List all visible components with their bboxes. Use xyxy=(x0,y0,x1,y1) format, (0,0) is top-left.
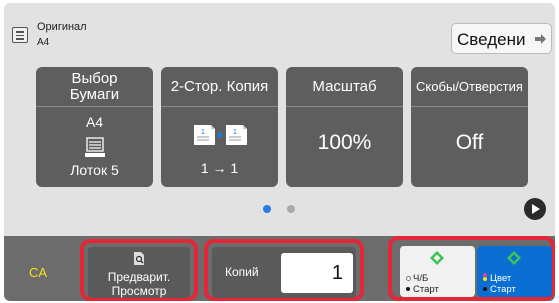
copy-screen: Оригинал A4 Сведени Выбор Бумаги A4 Лоток… xyxy=(4,3,555,301)
staple-punch-tile[interactable]: Скобы/Отверстия Off xyxy=(411,67,528,187)
color-start-label-line1: Цвет xyxy=(483,273,516,284)
copies-input[interactable]: 1 xyxy=(281,253,353,293)
svg-text:1: 1 xyxy=(201,129,205,136)
preview-button[interactable]: Предварит. Просмотр xyxy=(88,247,190,298)
details-button[interactable]: Сведени xyxy=(451,23,552,54)
tile-divider xyxy=(286,106,403,107)
original-document-icon[interactable] xyxy=(12,27,28,43)
duplex-icon: 1 1 xyxy=(194,125,247,145)
zoom-tile[interactable]: Масштаб 100% xyxy=(286,67,403,187)
duplex-copy-label: 2-Стор. Копия xyxy=(170,77,269,95)
paper-tray-value: Лоток 5 xyxy=(70,162,119,178)
color-start-label-line2: Старт xyxy=(483,284,516,295)
bw-start-button[interactable]: Ч/Б Старт xyxy=(400,246,475,297)
paper-select-tile[interactable]: Выбор Бумаги A4 Лоток 5 xyxy=(36,67,153,187)
preview-label-line2: Просмотр xyxy=(111,284,167,298)
paper-select-label: Выбор Бумаги xyxy=(69,69,120,103)
color-start-button[interactable]: Цвет Старт xyxy=(477,246,552,297)
start-diamond-icon xyxy=(430,251,444,265)
copies-control: Копий 1 xyxy=(212,247,356,298)
play-right-icon xyxy=(532,204,540,214)
staple-punch-label: Скобы/Отверстия xyxy=(416,78,523,94)
preview-label-line1: Предварит. xyxy=(107,270,171,284)
tile-divider xyxy=(161,106,278,107)
copies-label: Копий xyxy=(225,265,259,279)
next-page-button[interactable] xyxy=(524,198,546,220)
duplex-copy-tile[interactable]: 2-Стор. Копия 1 1 1 → 1 xyxy=(161,67,278,187)
bw-start-label-line1: Ч/Б xyxy=(406,273,439,284)
preview-magnifier-icon xyxy=(134,252,144,265)
details-button-label: Сведени xyxy=(457,30,526,49)
original-title: Оригинал xyxy=(37,21,87,33)
original-size: A4 xyxy=(37,37,50,48)
start-diamond-icon xyxy=(507,251,521,265)
clear-all-button[interactable]: CA xyxy=(17,250,59,294)
zoom-value: 100% xyxy=(317,131,372,154)
staple-punch-value: Off xyxy=(455,131,484,154)
page-indicator-active xyxy=(263,205,271,213)
duplex-mode-value: 1 → 1 xyxy=(200,160,239,176)
svg-text:1: 1 xyxy=(233,129,237,136)
paper-size-value: A4 xyxy=(85,114,104,130)
paper-tray-icon xyxy=(85,137,105,157)
zoom-label: Масштаб xyxy=(312,77,377,95)
tile-divider xyxy=(36,106,153,107)
arrow-right-icon xyxy=(535,34,546,44)
page-indicator[interactable] xyxy=(287,205,295,213)
tile-divider xyxy=(411,106,528,107)
bw-start-label-line2: Старт xyxy=(406,284,439,295)
